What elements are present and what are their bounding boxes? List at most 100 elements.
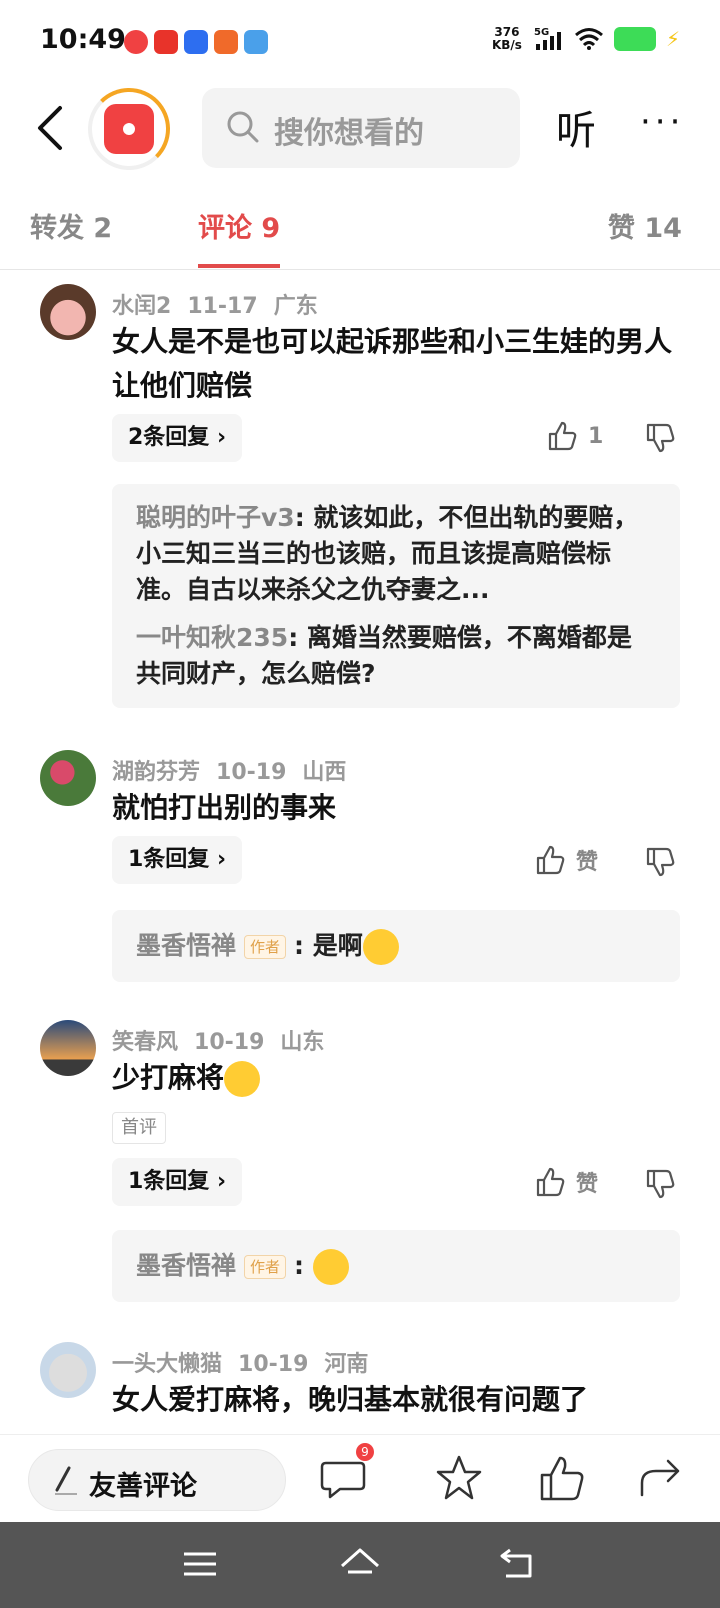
username[interactable]: 笑春风	[112, 1030, 178, 1055]
comment-location: 山西	[302, 760, 347, 785]
reply-count: 1条回复	[128, 847, 210, 872]
comment-date: 10-19	[238, 1352, 309, 1377]
replies-box[interactable]: 墨香悟禅 作者:	[112, 1230, 680, 1302]
thumbs-up-icon	[536, 1167, 565, 1197]
like-button[interactable]: 1	[546, 420, 603, 452]
tab-comments[interactable]: 评论 9	[198, 206, 280, 245]
pen-icon	[55, 1466, 77, 1495]
author-tag: 作者	[244, 1255, 287, 1279]
system-nav-bar	[0, 1522, 720, 1608]
share-icon[interactable]	[636, 1453, 686, 1503]
back-icon[interactable]	[32, 104, 76, 152]
search-icon	[227, 111, 259, 143]
like-button[interactable]: 赞	[534, 844, 598, 876]
replies-box[interactable]: 墨香悟禅 作者: 是啊	[112, 910, 680, 982]
comment-input-placeholder: 友善评论	[89, 1471, 197, 1502]
top-bar: 搜你想看的 听 ···	[0, 84, 720, 174]
thumbs-up-icon	[548, 421, 577, 451]
thumbs-down-icon[interactable]	[644, 1168, 676, 1200]
app-notification-icon	[214, 30, 238, 54]
comment-location: 河南	[324, 1352, 369, 1377]
reply-item: 墨香悟禅 作者:	[136, 1248, 656, 1285]
comment-text: 少打麻将	[112, 1056, 672, 1100]
app-logo-icon	[104, 104, 154, 154]
like-label: 赞	[576, 1172, 599, 1197]
comment-count-badge: 9	[356, 1443, 374, 1461]
reply-text: 是啊	[312, 931, 363, 960]
thumbs-down-icon[interactable]	[644, 422, 676, 454]
comment-meta: 湖韵芬芳 10-19 山西	[112, 754, 362, 786]
comment-bubble-icon[interactable]	[318, 1453, 368, 1503]
tab-likes[interactable]: 赞 14	[608, 206, 682, 245]
first-comment-badge: 首评	[112, 1112, 166, 1144]
status-time: 10:49	[40, 24, 126, 55]
username[interactable]: 水闰2	[112, 294, 171, 319]
comment-meta: 一头大懒猫 10-19 河南	[112, 1346, 384, 1378]
replies-box[interactable]: 聪明的叶子v3: 就该如此，不但出轨的要赔，小三知三当三的也该赔，而且该提高赔偿…	[112, 484, 680, 708]
charging-icon: ⚡	[665, 27, 680, 51]
reply-count: 2条回复	[128, 425, 210, 450]
tab-bar: 转发 2 评论 9 赞 14	[0, 196, 720, 270]
search-box[interactable]: 搜你想看的	[202, 88, 520, 168]
like-count: 1	[588, 423, 604, 449]
home-icon[interactable]	[338, 1542, 382, 1586]
comment-location: 广东	[273, 294, 318, 319]
comment-text: 就怕打出别的事来	[112, 791, 337, 824]
reply-author[interactable]: 墨香悟禅	[136, 931, 236, 960]
star-icon[interactable]	[434, 1453, 484, 1503]
username[interactable]: 一头大懒猫	[112, 1352, 222, 1377]
avatar[interactable]	[40, 1020, 96, 1076]
comment-text: 女人爱打麻将，晚归基本就很有问题了	[112, 1383, 589, 1416]
comment-location: 山东	[280, 1030, 325, 1055]
network-speed: 376 KB/s	[492, 26, 522, 52]
network-type: 5G	[534, 27, 549, 38]
comment-date: 11-17	[187, 294, 258, 319]
view-replies-button[interactable]: 1条回复 ›	[112, 1158, 243, 1206]
comment-input[interactable]: 友善评论	[28, 1449, 286, 1511]
comment-text-content: 少打麻将	[112, 1061, 225, 1094]
listen-button[interactable]: 听	[556, 98, 596, 156]
active-tab-indicator	[198, 264, 280, 268]
reply-author[interactable]: 聪明的叶子v3	[136, 503, 295, 532]
more-button[interactable]: ···	[640, 102, 684, 142]
like-label: 赞	[576, 850, 599, 875]
tab-reposts[interactable]: 转发 2	[30, 206, 112, 245]
comment-meta: 笑春风 10-19 山东	[112, 1024, 340, 1056]
comment-item: 一头大懒猫 10-19 河南 女人爱打麻将，晚归基本就很有问题了	[0, 1342, 720, 1434]
baidu-notification-icon	[184, 30, 208, 54]
avatar[interactable]	[40, 284, 96, 340]
status-bar: 10:49 376 KB/s 5G ⚡	[0, 0, 720, 84]
thumbs-down-icon[interactable]	[644, 846, 676, 878]
reply-item: 聪明的叶子v3: 就该如此，不但出轨的要赔，小三知三当三的也该赔，而且该提高赔偿…	[136, 503, 639, 604]
toutiao-notification-icon	[154, 30, 178, 54]
search-placeholder: 搜你想看的	[274, 116, 424, 151]
reply-item: 墨香悟禅 作者: 是啊	[136, 928, 656, 965]
bottom-action-bar: 友善评论 9	[0, 1434, 720, 1522]
laugh-cry-emoji-icon	[224, 1061, 261, 1097]
status-right: 376 KB/s 5G ⚡	[492, 26, 680, 52]
avatar[interactable]	[40, 750, 96, 806]
comment-text: 女人是不是也可以起诉那些和小三生娃的男人让他们赔偿	[112, 325, 673, 402]
notification-icons	[124, 30, 268, 54]
menu-icon[interactable]	[178, 1542, 222, 1586]
author-tag: 作者	[244, 935, 287, 959]
comment-date: 10-19	[216, 760, 287, 785]
app-notification-icon	[124, 30, 148, 54]
speed-unit: KB/s	[491, 38, 522, 52]
grin-emoji-icon	[312, 1249, 349, 1285]
avatar[interactable]	[40, 1342, 96, 1398]
username[interactable]: 湖韵芬芳	[112, 760, 200, 785]
app-notification-icon	[244, 30, 268, 54]
reply-author[interactable]: 墨香悟禅	[136, 1251, 236, 1280]
reply-author[interactable]: 一叶知秋235	[136, 623, 288, 652]
like-button[interactable]: 赞	[534, 1166, 598, 1198]
app-logo-button[interactable]	[88, 88, 170, 170]
laugh-cry-emoji-icon	[362, 929, 399, 965]
comment-date: 10-19	[194, 1030, 265, 1055]
view-replies-button[interactable]: 2条回复 ›	[112, 414, 243, 462]
thumbs-up-icon[interactable]	[536, 1453, 586, 1503]
view-replies-button[interactable]: 1条回复 ›	[112, 836, 243, 884]
wifi-icon	[574, 28, 603, 50]
reply-item: 一叶知秋235: 离婚当然要赔偿，不离婚都是共同财产，怎么赔偿?	[136, 623, 632, 688]
back-nav-icon[interactable]	[496, 1542, 540, 1586]
